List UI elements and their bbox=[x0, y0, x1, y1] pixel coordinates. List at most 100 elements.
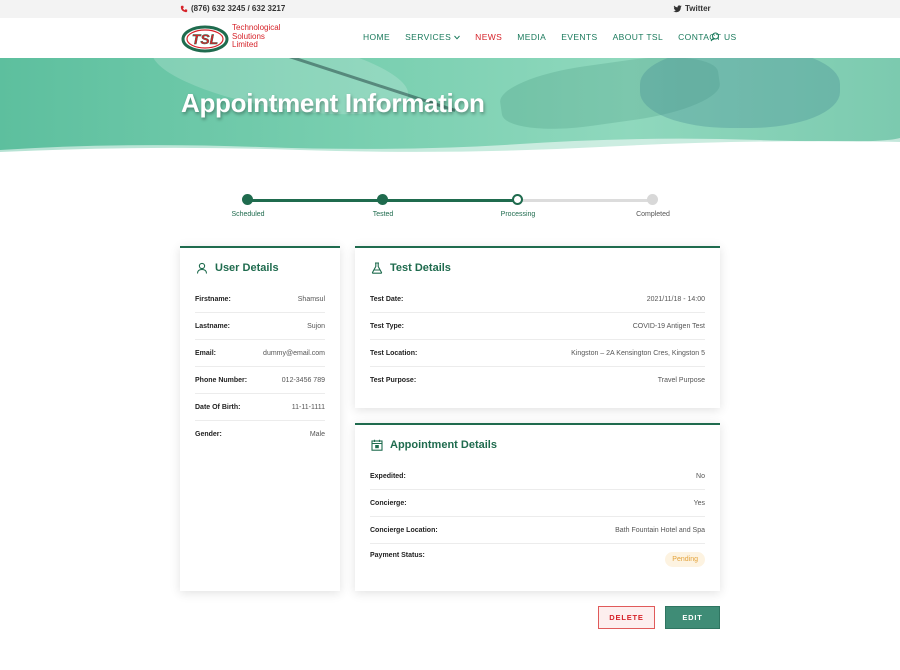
twitter-icon bbox=[673, 4, 682, 12]
detail-value: Shamsul bbox=[297, 295, 325, 303]
payment-status-badge: Pending bbox=[665, 551, 705, 567]
nav-item-home[interactable]: HOME bbox=[363, 32, 390, 42]
progress-step-tested: Tested bbox=[373, 194, 393, 218]
card-title: Appointment Details bbox=[371, 439, 497, 451]
brand-name-line: Limited bbox=[232, 40, 258, 49]
step-dot bbox=[512, 194, 523, 205]
detail-row: Test Location: Kingston – 2A Kensington C… bbox=[370, 340, 705, 367]
detail-key: Lastname: bbox=[195, 322, 231, 330]
nav-label: ABOUT TSL bbox=[612, 32, 664, 42]
hero-banner: Appointment Information bbox=[0, 58, 900, 154]
detail-value: 11-11-1111 bbox=[291, 403, 325, 411]
brand-logo[interactable]: TSL Technological Solutions Limited bbox=[181, 23, 291, 53]
detail-row: Payment Status: Pending bbox=[370, 544, 705, 574]
detail-row: Test Date: 2021/11/18 - 14:00 bbox=[370, 286, 705, 313]
phone-number: (876) 632 3245 / 632 3217 bbox=[191, 4, 286, 13]
detail-key: Test Date: bbox=[370, 295, 404, 303]
step-dot bbox=[242, 194, 253, 205]
appointment-progress: Scheduled Tested Processing Completed bbox=[181, 194, 721, 224]
main-nav: HOME SERVICES NEWS MEDIA EVENTS ABOUT TS… bbox=[363, 32, 752, 42]
detail-row: Date Of Birth: 11-11-1111 bbox=[195, 394, 325, 421]
phone-contact[interactable]: (876) 632 3245 / 632 3217 bbox=[180, 4, 285, 13]
nav-item-services[interactable]: SERVICES bbox=[405, 32, 461, 42]
detail-key: Firstname: bbox=[195, 295, 231, 303]
detail-row: Expedited: No bbox=[370, 463, 705, 490]
twitter-link[interactable]: Twitter bbox=[673, 4, 711, 13]
step-label: Scheduled bbox=[231, 211, 265, 218]
detail-value: Kingston – 2A Kensington Cres, Kingston … bbox=[571, 349, 705, 357]
card-title: User Details bbox=[196, 262, 279, 274]
nav-item-about[interactable]: ABOUT TSL bbox=[613, 32, 664, 42]
detail-value: Male bbox=[309, 431, 325, 438]
detail-value: Bath Fountain Hotel and Spa bbox=[615, 526, 705, 534]
step-label: Tested bbox=[372, 211, 394, 218]
page-title: Appointment Information bbox=[181, 88, 485, 118]
user-icon bbox=[196, 262, 208, 274]
nav-item-events[interactable]: EVENTS bbox=[561, 32, 597, 42]
chevron-down-icon bbox=[454, 35, 461, 40]
hero-wave bbox=[0, 138, 900, 154]
step-label: Completed bbox=[636, 211, 670, 218]
detail-row: Concierge Location: Bath Fountain Hotel a… bbox=[370, 517, 705, 544]
search-icon[interactable] bbox=[710, 32, 720, 42]
detail-value: 2021/11/18 - 14:00 bbox=[646, 295, 705, 303]
brand-name: Technological Solutions Limited bbox=[232, 23, 280, 50]
detail-key: Test Location: bbox=[370, 349, 418, 357]
progress-step-scheduled: Scheduled bbox=[231, 194, 265, 218]
nav-item-contact[interactable]: CONTACT US bbox=[678, 32, 736, 42]
detail-key: Concierge: bbox=[370, 499, 407, 507]
detail-key: Email: bbox=[195, 349, 217, 357]
step-dot bbox=[647, 194, 658, 205]
card-title: Test Details bbox=[371, 262, 451, 274]
phone-icon bbox=[180, 5, 188, 12]
detail-key: Date Of Birth: bbox=[195, 403, 241, 411]
flask-icon bbox=[371, 262, 383, 274]
tsl-logo-icon: TSL bbox=[181, 25, 229, 53]
detail-value: Sujon bbox=[307, 322, 325, 330]
calendar-icon bbox=[371, 439, 383, 451]
nav-label: HOME bbox=[363, 32, 391, 42]
detail-row: Test Type: COVID-19 Antigen Test bbox=[370, 313, 705, 340]
detail-row: Gender: Male bbox=[195, 421, 325, 448]
detail-key: Test Type: bbox=[370, 322, 404, 330]
detail-value: Travel Purpose bbox=[657, 377, 705, 384]
nav-label: EVENTS bbox=[561, 32, 598, 42]
nav-label: SERVICES bbox=[405, 32, 452, 42]
nav-label: CONTACT US bbox=[678, 32, 737, 42]
nav-label: NEWS bbox=[475, 32, 503, 42]
detail-row: Email: dummy@email.com bbox=[195, 340, 325, 367]
card-title-text: Appointment Details bbox=[390, 439, 497, 451]
step-label: Processing bbox=[500, 211, 536, 218]
appointment-details-card: Appointment Details Expedited: No Concier… bbox=[355, 423, 720, 591]
hero-decoration bbox=[640, 58, 840, 128]
detail-key: Test Purpose: bbox=[370, 377, 417, 384]
detail-key: Payment Status: bbox=[370, 552, 425, 559]
twitter-label: Twitter bbox=[685, 4, 711, 13]
progress-step-processing: Processing bbox=[501, 194, 535, 218]
detail-value: COVID-19 Antigen Test bbox=[632, 322, 705, 330]
svg-text:TSL: TSL bbox=[192, 31, 218, 47]
top-bar: (876) 632 3245 / 632 3217 Twitter bbox=[0, 0, 900, 18]
appointment-details-list: Expedited: No Concierge: Yes Concierge Loc… bbox=[370, 463, 705, 574]
detail-key: Gender: bbox=[195, 431, 222, 438]
nav-item-media[interactable]: MEDIA bbox=[517, 32, 546, 42]
user-details-card: User Details Firstname: Shamsul Lastname:… bbox=[180, 246, 340, 591]
detail-key: Phone Number: bbox=[195, 376, 248, 384]
detail-row: Lastname: Sujon bbox=[195, 313, 325, 340]
delete-button[interactable]: DELETE bbox=[598, 606, 655, 629]
detail-key: Concierge Location: bbox=[370, 526, 438, 534]
nav-item-news[interactable]: NEWS bbox=[475, 32, 502, 42]
card-title-text: User Details bbox=[215, 262, 279, 274]
progress-step-completed: Completed bbox=[636, 194, 670, 218]
detail-value: 012-3456 789 bbox=[281, 376, 325, 384]
detail-value: dummy@email.com bbox=[263, 349, 325, 357]
detail-key: Expedited: bbox=[370, 472, 406, 480]
test-details-list: Test Date: 2021/11/18 - 14:00 Test Type: C… bbox=[370, 286, 705, 394]
edit-button[interactable]: EDIT bbox=[665, 606, 720, 629]
site-header: TSL Technological Solutions Limited HOME… bbox=[0, 18, 900, 58]
detail-row: Firstname: Shamsul bbox=[195, 286, 325, 313]
detail-row: Test Purpose: Travel Purpose bbox=[370, 367, 705, 394]
progress-track-remaining bbox=[518, 199, 653, 202]
detail-row: Phone Number: 012-3456 789 bbox=[195, 367, 325, 394]
test-details-card: Test Details Test Date: 2021/11/18 - 14:0… bbox=[355, 246, 720, 408]
